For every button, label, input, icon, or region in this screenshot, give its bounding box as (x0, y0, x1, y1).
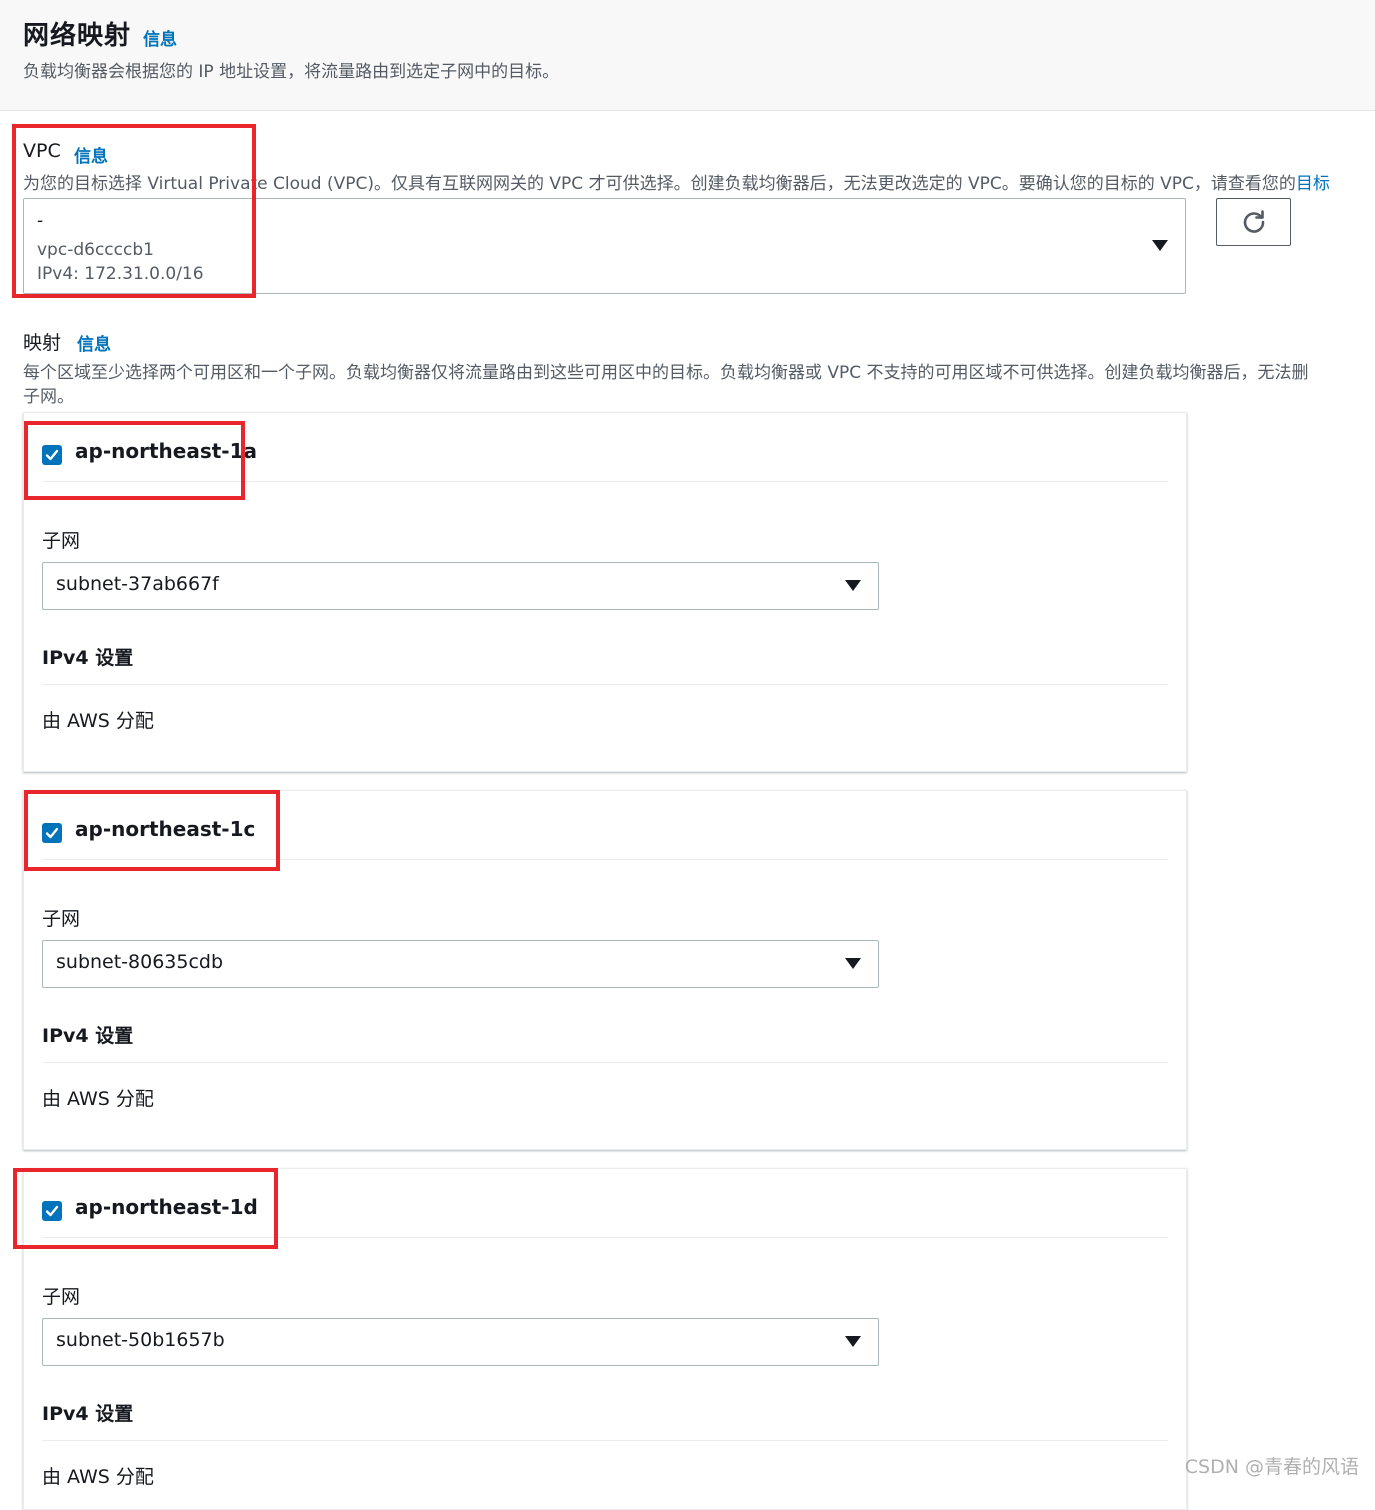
mappings-description-line1: 每个区域至少选择两个可用区和一个子网。负载均衡器仅将流量路由到这些可用区中的目标… (23, 363, 1309, 383)
subnet-select[interactable]: subnet-37ab667f (42, 562, 879, 610)
subnet-label: 子网 (42, 530, 81, 552)
checkmark-icon (45, 449, 59, 461)
ipv4-settings-heading: IPv4 设置 (42, 1403, 134, 1425)
page-title: 网络映射 (23, 21, 132, 51)
caret-down-icon (1152, 240, 1168, 251)
vpc-selected-name: - (37, 211, 44, 231)
subnet-value: subnet-80635cdb (56, 951, 224, 973)
vpc-description-text: 为您的目标选择 Virtual Private Cloud (VPC)。仅具有互… (23, 174, 1296, 194)
caret-down-icon (845, 1336, 861, 1347)
az-name: ap-northeast-1c (75, 817, 256, 841)
vpc-selected-id: vpc-d6ccccb1 (37, 240, 154, 260)
ipv4-divider (42, 1062, 1168, 1063)
vpc-description: 为您的目标选择 Virtual Private Cloud (VPC)。仅具有互… (23, 169, 1330, 194)
ipv4-settings-heading: IPv4 设置 (42, 1025, 134, 1047)
caret-down-icon (845, 580, 861, 591)
checkmark-icon (45, 1205, 59, 1217)
mappings-label: 映射 (23, 332, 62, 354)
header-section: 网络映射 信息 负载均衡器会根据您的 IP 地址设置，将流量路由到选定子网中的目… (0, 0, 1375, 111)
vpc-info-link[interactable]: 信息 (74, 142, 108, 167)
checkmark-icon (45, 827, 59, 839)
ipv4-divider (42, 684, 1168, 685)
ipv4-divider (42, 1440, 1168, 1441)
vpc-label: VPC (23, 140, 61, 162)
az-checkbox[interactable] (42, 823, 62, 843)
az-card-ap-northeast-1d: ap-northeast-1d 子网 subnet-50b1657b IPv4 … (23, 1168, 1187, 1510)
vpc-selected-cidr: IPv4: 172.31.0.0/16 (37, 264, 204, 284)
subnet-select[interactable]: subnet-50b1657b (42, 1318, 879, 1366)
subnet-label: 子网 (42, 1286, 81, 1308)
ipv4-assignment: 由 AWS 分配 (42, 710, 154, 732)
page-description: 负载均衡器会根据您的 IP 地址设置，将流量路由到选定子网中的目标。 (23, 62, 560, 82)
az-checkbox[interactable] (42, 445, 62, 465)
az-divider (42, 481, 1168, 482)
az-card-ap-northeast-1a: ap-northeast-1a 子网 subnet-37ab667f IPv4 … (23, 412, 1187, 772)
watermark: CSDN @青春的风语 (1184, 1456, 1359, 1478)
az-divider (42, 859, 1168, 860)
refresh-icon (1243, 210, 1265, 233)
ipv4-settings-heading: IPv4 设置 (42, 647, 134, 669)
caret-down-icon (845, 958, 861, 969)
subnet-select[interactable]: subnet-80635cdb (42, 940, 879, 988)
mappings-description-line2: 子网。 (23, 387, 74, 407)
az-divider (42, 1237, 1168, 1238)
subnet-label: 子网 (42, 908, 81, 930)
ipv4-assignment: 由 AWS 分配 (42, 1088, 154, 1110)
refresh-button[interactable] (1216, 198, 1291, 246)
az-name: ap-northeast-1a (75, 439, 257, 463)
vpc-description-link[interactable]: 目标 (1296, 174, 1330, 194)
subnet-value: subnet-50b1657b (56, 1329, 225, 1351)
title-info-link[interactable]: 信息 (143, 25, 177, 50)
az-name: ap-northeast-1d (75, 1195, 258, 1219)
mappings-info-link[interactable]: 信息 (77, 330, 111, 355)
subnet-value: subnet-37ab667f (56, 573, 219, 595)
az-card-ap-northeast-1c: ap-northeast-1c 子网 subnet-80635cdb IPv4 … (23, 790, 1187, 1150)
az-checkbox[interactable] (42, 1201, 62, 1221)
vpc-select[interactable]: - vpc-d6ccccb1 IPv4: 172.31.0.0/16 (23, 198, 1186, 294)
